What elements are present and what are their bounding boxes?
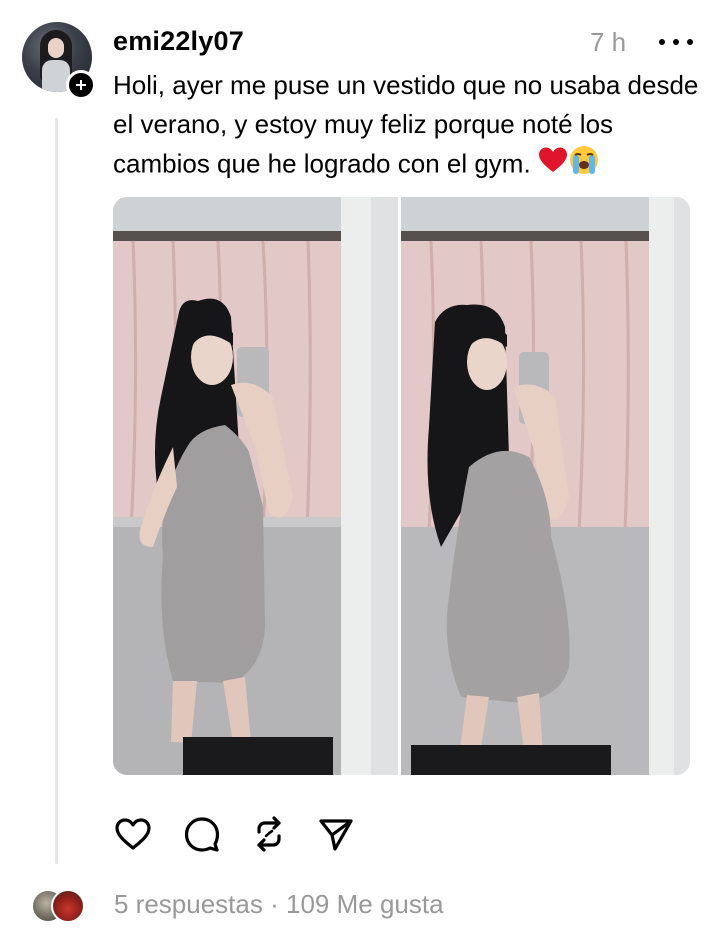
post-photo-side[interactable]	[401, 197, 690, 775]
author-username[interactable]: emi22ly07	[113, 26, 244, 57]
follow-plus-icon[interactable]	[66, 70, 96, 100]
share-icon[interactable]	[316, 812, 356, 856]
comment-icon[interactable]	[182, 812, 222, 856]
post-photo-front[interactable]	[113, 197, 398, 775]
avatar-face	[48, 38, 64, 58]
separator-dot: ·	[270, 889, 279, 919]
loudly-crying-face-emoji	[568, 144, 600, 187]
engagement-summary: 5 respuestas · 109 Me gusta	[114, 889, 444, 920]
replies-count-link[interactable]: 5 respuestas	[114, 889, 263, 919]
post-body-text: Holi, ayer me puse un vestido que no usa…	[113, 70, 699, 179]
repost-icon[interactable]	[249, 812, 289, 856]
replier-avatar-2	[51, 889, 85, 923]
replier-avatars[interactable]	[31, 889, 85, 923]
red-heart-emoji	[538, 146, 568, 185]
post-text: Holi, ayer me puse un vestido que no usa…	[113, 66, 703, 187]
heart-icon[interactable]	[113, 812, 153, 856]
thread-line	[55, 118, 58, 864]
more-options-icon[interactable]	[657, 26, 697, 56]
post-timestamp: 7 h	[590, 27, 627, 57]
likes-count-link[interactable]: 109 Me gusta	[286, 889, 444, 919]
post-media-carousel[interactable]	[113, 197, 690, 775]
